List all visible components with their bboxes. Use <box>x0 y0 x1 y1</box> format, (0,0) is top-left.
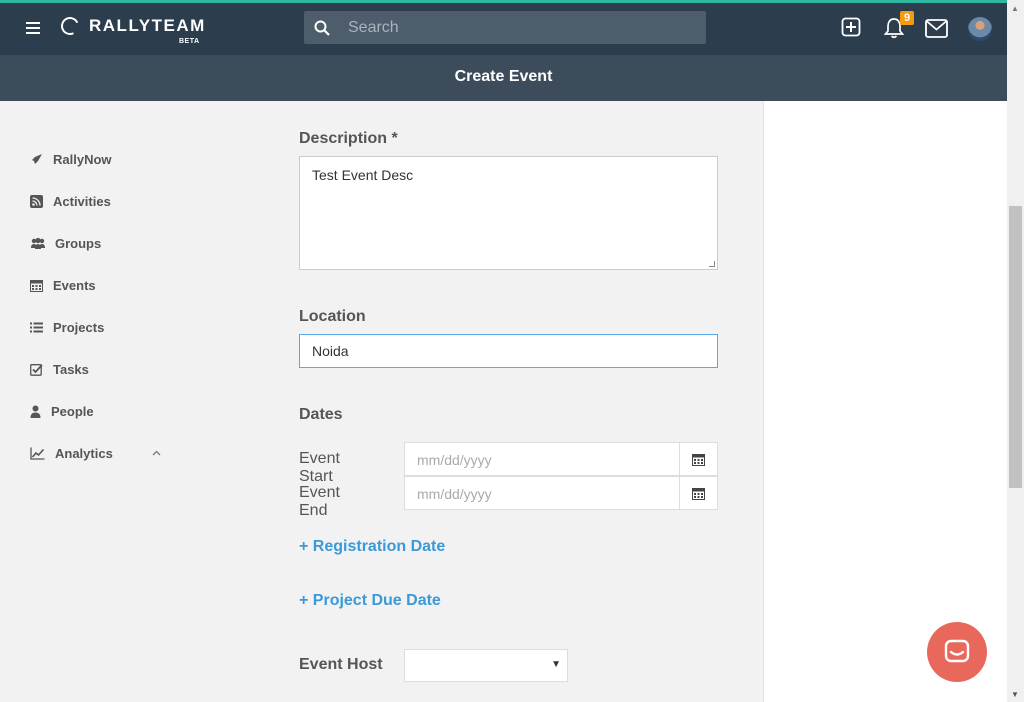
chat-launcher-button[interactable] <box>927 622 987 682</box>
add-icon[interactable] <box>841 17 861 37</box>
event-start-placeholder: mm/dd/yyyy <box>417 452 492 468</box>
add-project-due-date-link[interactable]: + Project Due Date <box>299 592 441 610</box>
sidebar-item-groups[interactable]: Groups <box>30 236 101 251</box>
logo-text: RALLYTEAM <box>89 16 206 35</box>
sidebar-item-events[interactable]: Events <box>30 278 96 293</box>
sidebar-item-rallynow[interactable]: RallyNow <box>30 152 112 167</box>
dates-label: Dates <box>299 406 343 423</box>
event-host-label: Event Host <box>299 656 383 673</box>
sidebar-item-label: People <box>51 404 94 419</box>
event-end-label: Event End <box>299 484 340 519</box>
top-navbar: RALLYTEAM BETA 9 <box>0 0 1007 55</box>
sidebar-item-activities[interactable]: Activities <box>30 194 111 209</box>
notification-badge: 9 <box>900 11 915 25</box>
sidebar-item-label: Tasks <box>53 362 89 377</box>
search-bar[interactable] <box>304 11 706 44</box>
page-title: Create Event <box>0 55 1007 101</box>
user-icon <box>30 405 41 418</box>
sidebar-item-label: Activities <box>53 194 111 209</box>
chart-icon <box>30 447 45 460</box>
calendar-icon <box>692 453 705 466</box>
list-icon <box>30 322 43 333</box>
scroll-up-icon[interactable]: ▲ <box>1011 4 1019 13</box>
event-host-select[interactable]: ▼ <box>404 649 568 682</box>
scrollbar[interactable]: ▲ ▼ <box>1007 0 1024 702</box>
add-registration-date-link[interactable]: + Registration Date <box>299 538 445 556</box>
sidebar-item-people[interactable]: People <box>30 404 94 419</box>
search-input[interactable] <box>348 18 688 37</box>
calendar-icon <box>692 487 705 500</box>
event-start-label: Event Start <box>299 450 340 485</box>
chat-icon <box>944 639 970 663</box>
location-input[interactable]: Noida <box>299 334 718 368</box>
sidebar-item-label: RallyNow <box>53 152 112 167</box>
sidebar-item-label: Projects <box>53 320 105 335</box>
users-icon <box>31 237 45 249</box>
sidebar-item-projects[interactable]: Projects <box>30 320 104 335</box>
event-end-input[interactable]: mm/dd/yyyy <box>404 476 718 510</box>
rocket-icon <box>32 154 42 164</box>
sidebar-item-label: Analytics <box>55 446 113 461</box>
hamburger-icon[interactable] <box>26 22 40 34</box>
event-start-calendar-button[interactable] <box>679 443 717 475</box>
description-textarea[interactable]: Test Event Desc <box>299 156 718 270</box>
event-end-calendar-button[interactable] <box>679 477 717 509</box>
description-label: Description * <box>299 130 398 147</box>
sidebar-item-label: Events <box>53 278 96 293</box>
event-start-input[interactable]: mm/dd/yyyy <box>404 442 718 476</box>
chevron-up-icon[interactable] <box>152 450 161 456</box>
checkbox-icon <box>30 364 43 376</box>
resize-handle[interactable] <box>709 261 715 267</box>
beta-badge: BETA <box>179 38 200 45</box>
right-panel <box>763 101 1007 702</box>
scroll-down-icon[interactable]: ▼ <box>1011 690 1019 699</box>
search-icon <box>314 20 330 36</box>
rss-icon <box>30 195 43 208</box>
description-value: Test Event Desc <box>312 167 414 183</box>
logo-mark-icon <box>58 14 82 38</box>
event-end-placeholder: mm/dd/yyyy <box>417 486 492 502</box>
location-value: Noida <box>312 343 349 359</box>
avatar[interactable] <box>968 17 992 41</box>
calendar-icon <box>30 280 43 292</box>
sidebar-item-label: Groups <box>55 236 102 251</box>
mail-icon[interactable] <box>925 19 948 38</box>
sidebar-item-analytics[interactable]: Analytics <box>30 446 113 461</box>
logo[interactable]: RALLYTEAM <box>58 14 206 38</box>
sidebar-item-tasks[interactable]: Tasks <box>30 362 89 377</box>
scrollbar-thumb[interactable] <box>1009 206 1022 488</box>
dropdown-arrow-icon: ▼ <box>551 659 561 670</box>
location-label: Location <box>299 308 366 325</box>
